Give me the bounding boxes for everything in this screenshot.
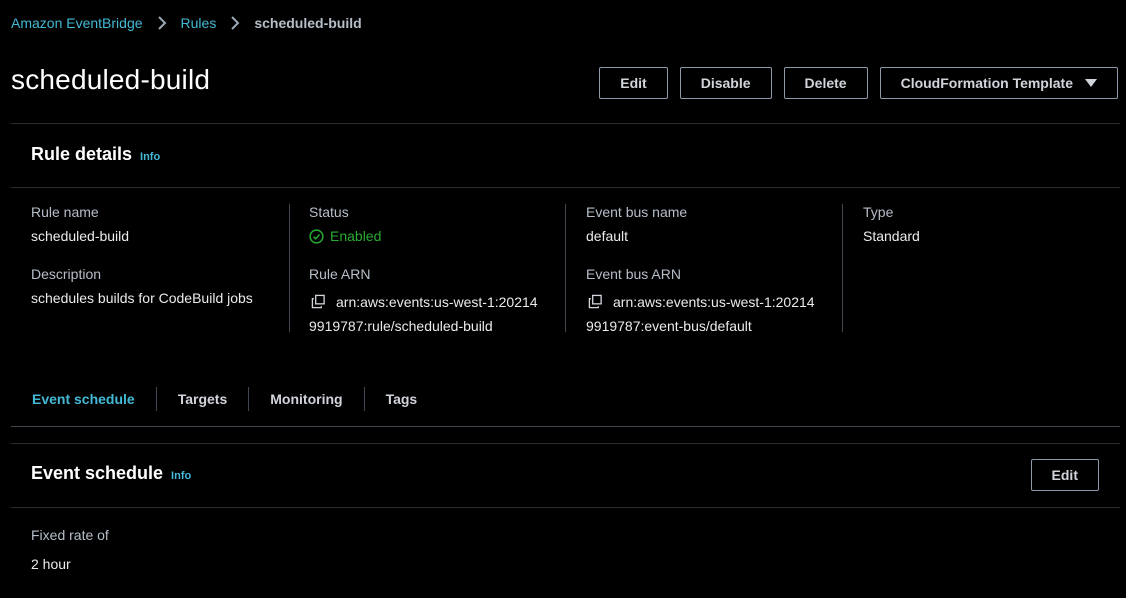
divider	[11, 187, 1120, 188]
event-bus-arn: arn:aws:events:us-west-1:20214 9919787:e…	[586, 290, 842, 338]
disable-button[interactable]: Disable	[679, 67, 772, 99]
tab-targets[interactable]: Targets	[155, 387, 249, 411]
description-value: schedules builds for CodeBuild jobs	[31, 290, 253, 306]
type-label: Type	[863, 204, 894, 220]
rule-arn: arn:aws:events:us-west-1:20214 9919787:r…	[309, 290, 565, 338]
divider	[11, 443, 1120, 444]
rule-details-column-3: Event bus name default Event bus ARN arn…	[586, 204, 843, 334]
rule-details-column-2: Status Enabled Rule ARN arn:aws:events:u…	[309, 204, 566, 334]
chevron-right-icon	[230, 16, 240, 30]
type-value: Standard	[863, 228, 920, 244]
fixed-rate-field: Fixed rate of 2 hour	[31, 527, 109, 572]
event-schedule-title: Event schedule	[31, 463, 164, 483]
fixed-rate-label: Fixed rate of	[31, 527, 109, 543]
breadcrumb-link-eventbridge[interactable]: Amazon EventBridge	[11, 15, 143, 31]
event-bus-arn-line-1: arn:aws:events:us-west-1:20214	[613, 294, 815, 310]
description-label: Description	[31, 266, 102, 282]
breadcrumb-link-rules[interactable]: Rules	[181, 15, 217, 31]
cloudformation-template-label: CloudFormation Template	[900, 75, 1073, 91]
edit-button[interactable]: Edit	[599, 67, 668, 99]
event-bus-name-label: Event bus name	[586, 204, 688, 220]
rule-arn-label: Rule ARN	[309, 266, 371, 282]
rule-details-info-link[interactable]: Info	[140, 151, 160, 163]
rule-details-heading: Rule details Info	[31, 144, 160, 165]
check-circle-icon	[309, 228, 324, 244]
fixed-rate-value: 2 hour	[31, 556, 71, 572]
tab-tags[interactable]: Tags	[363, 387, 439, 411]
rule-details-column-1: Rule name scheduled-build Description sc…	[31, 204, 290, 332]
event-schedule-edit-button[interactable]: Edit	[1030, 459, 1099, 491]
tab-monitoring[interactable]: Monitoring	[248, 387, 363, 411]
rule-details-title: Rule details	[31, 144, 133, 164]
cloudformation-template-dropdown[interactable]: CloudFormation Template	[879, 67, 1118, 99]
breadcrumb: Amazon EventBridge Rules scheduled-build	[11, 15, 362, 31]
breadcrumb-current: scheduled-build	[254, 15, 362, 31]
tab-divider	[11, 426, 1120, 427]
event-schedule-heading: Event schedule Info	[31, 463, 191, 484]
status-badge: Enabled	[309, 228, 565, 244]
divider	[11, 123, 1120, 124]
rule-name-value: scheduled-build	[31, 228, 130, 244]
rule-details-column-4: Type Standard	[863, 204, 1103, 332]
rule-arn-line-1: arn:aws:events:us-west-1:20214	[336, 294, 538, 310]
tab-event-schedule[interactable]: Event schedule	[11, 387, 156, 411]
caret-down-icon	[1085, 79, 1097, 87]
event-schedule-info-link[interactable]: Info	[171, 470, 191, 482]
rule-name-label: Rule name	[31, 204, 99, 220]
chevron-right-icon	[157, 16, 167, 30]
event-bus-arn-label: Event bus ARN	[586, 266, 681, 282]
page-title: scheduled-build	[11, 64, 211, 95]
delete-button[interactable]: Delete	[783, 67, 868, 99]
event-bus-name-value: default	[586, 228, 629, 244]
rule-arn-line-2: 9919787:rule/scheduled-build	[309, 318, 493, 334]
header-actions: Edit Disable Delete CloudFormation Templ…	[599, 67, 1118, 99]
status-value: Enabled	[330, 228, 382, 244]
divider	[11, 507, 1120, 508]
status-label: Status	[309, 204, 349, 220]
tab-list: Event schedule Targets Monitoring Tags	[11, 387, 438, 411]
event-bus-arn-line-2: 9919787:event-bus/default	[586, 318, 752, 334]
